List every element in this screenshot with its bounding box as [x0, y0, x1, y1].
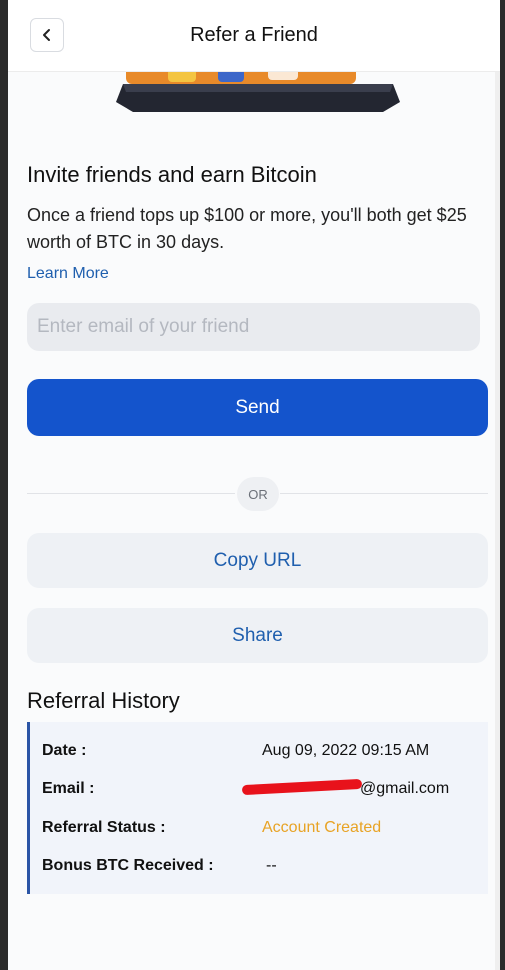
copy-url-button[interactable]: Copy URL: [27, 533, 488, 588]
or-separator: OR: [237, 477, 279, 511]
history-key: Referral Status :: [42, 819, 166, 836]
learn-more-link[interactable]: Learn More: [27, 265, 109, 283]
history-value: @gmail.com: [360, 780, 450, 797]
send-button[interactable]: Send: [27, 379, 488, 436]
history-row-date: Date : Aug 09, 2022 09:15 AM: [42, 742, 482, 766]
top-bar: Refer a Friend: [8, 0, 500, 72]
page-title: Refer a Friend: [190, 24, 318, 46]
hero-illustration: [116, 72, 400, 112]
friend-email-input[interactable]: [27, 303, 480, 351]
history-row-email: Email : @gmail.com: [42, 778, 482, 804]
history-row-bonus: Bonus BTC Received : --: [42, 857, 482, 881]
invite-description: Once a friend tops up $100 or more, you'…: [27, 205, 467, 252]
history-row-status: Referral Status : Account Created: [42, 819, 482, 843]
share-button[interactable]: Share: [27, 608, 488, 663]
app-screen: Refer a Friend Invite friends and earn B…: [8, 0, 500, 970]
redaction-mark: [241, 778, 363, 796]
history-key: Bonus BTC Received :: [42, 857, 214, 874]
divider-left: [27, 493, 235, 494]
referral-history-card: Date : Aug 09, 2022 09:15 AM Email : @gm…: [27, 722, 488, 894]
referral-history-heading: Referral History: [27, 688, 180, 713]
history-key: Email :: [42, 780, 95, 797]
history-value: --: [266, 857, 277, 874]
history-value: Aug 09, 2022 09:15 AM: [262, 742, 430, 759]
status-value: Account Created: [262, 819, 382, 836]
history-key: Date :: [42, 742, 87, 759]
screen-edge: [495, 0, 500, 970]
divider-right: [280, 493, 488, 494]
invite-heading: Invite friends and earn Bitcoin: [27, 162, 317, 187]
